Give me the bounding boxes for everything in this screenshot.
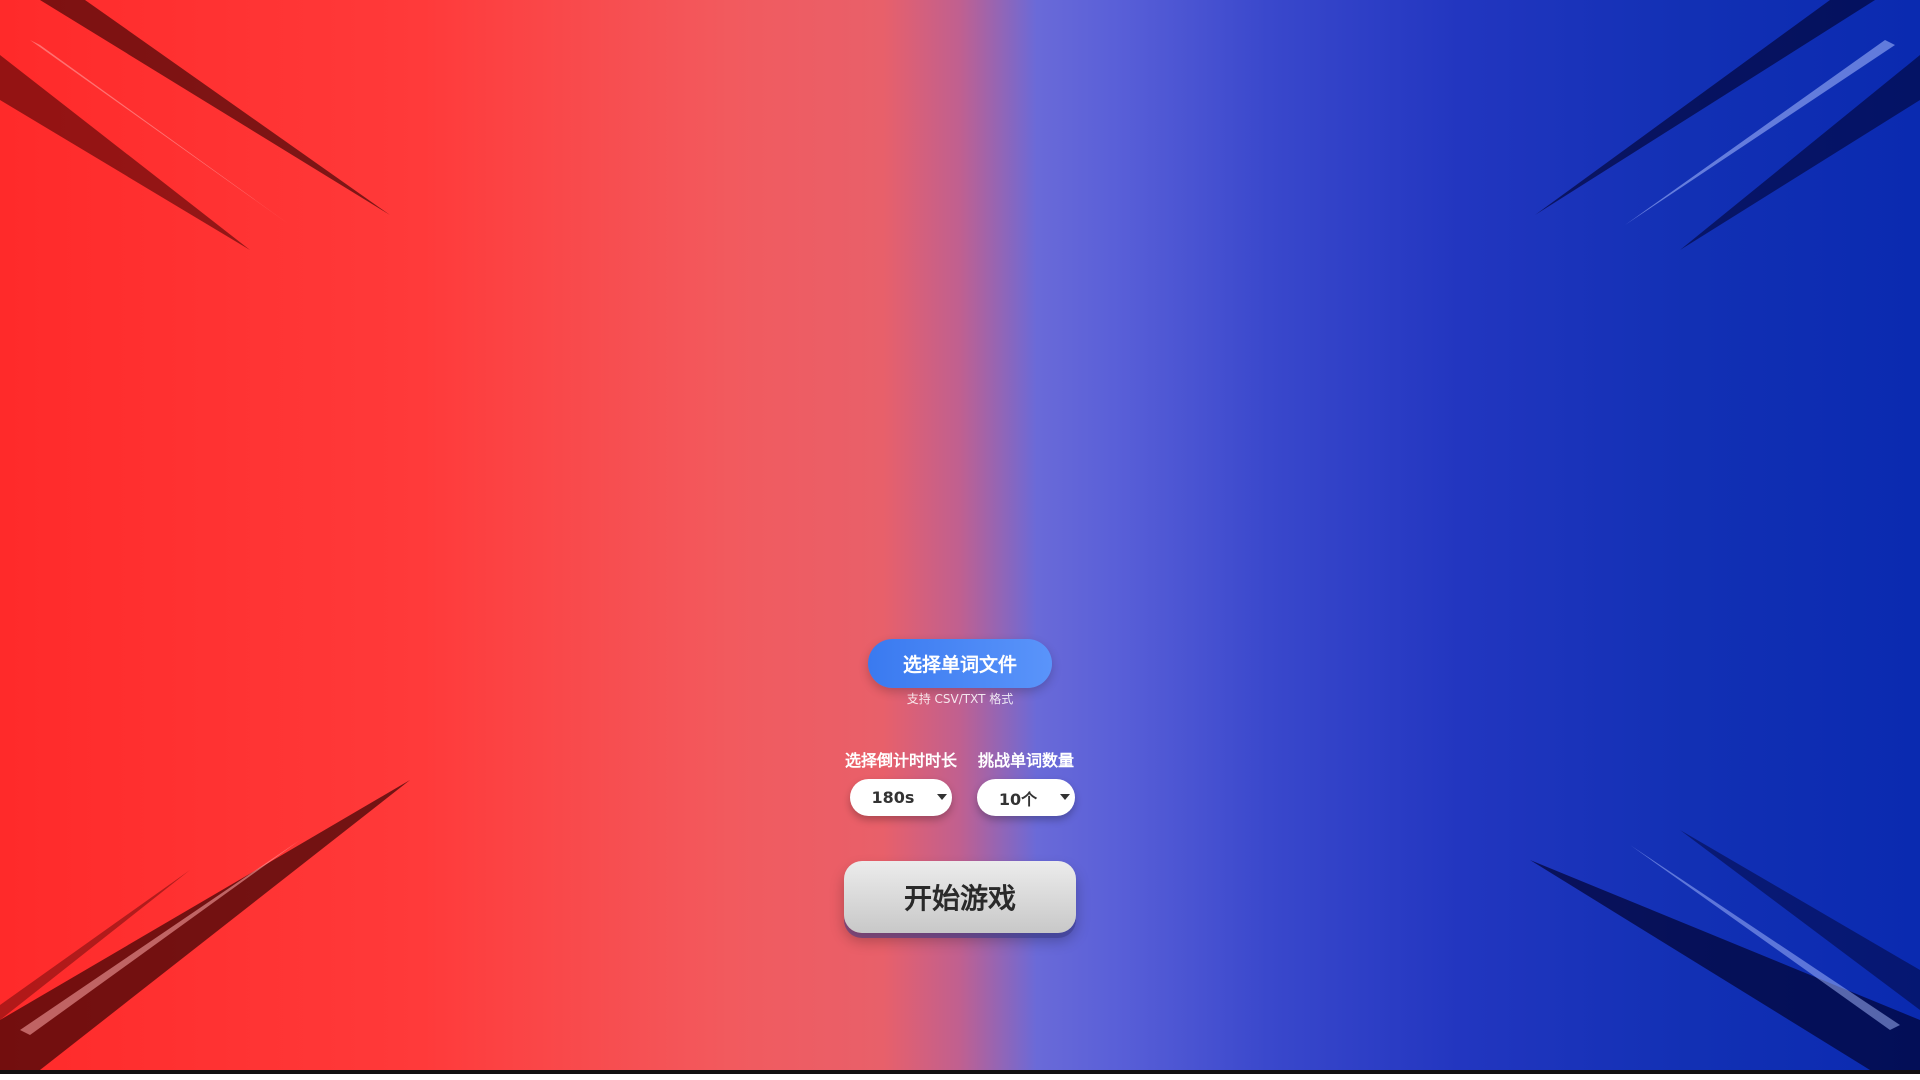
- duration-selected-value: 180s: [871, 788, 915, 807]
- game-background: 选择单词文件 支持 CSV/TXT 格式 选择倒计时时长 180s 挑战单词数量…: [0, 0, 1920, 1070]
- start-game-button[interactable]: 开始游戏: [844, 861, 1076, 933]
- word-count-select[interactable]: 10个: [977, 779, 1075, 816]
- duration-setting: 选择倒计时时长 180s: [844, 750, 958, 816]
- word-count-setting: 挑战单词数量 10个: [976, 750, 1076, 816]
- file-format-hint: 支持 CSV/TXT 格式: [906, 692, 1014, 706]
- choose-word-file-button[interactable]: 选择单词文件: [868, 639, 1052, 688]
- word-count-selected-value: 10个: [998, 789, 1038, 809]
- bottom-divider: [0, 1070, 1920, 1074]
- duration-select[interactable]: 180s: [850, 779, 952, 816]
- duration-label: 选择倒计时时长: [844, 751, 957, 770]
- word-count-label: 挑战单词数量: [977, 751, 1074, 770]
- chevron-down-icon: [1060, 794, 1070, 800]
- chevron-down-icon: [937, 794, 947, 800]
